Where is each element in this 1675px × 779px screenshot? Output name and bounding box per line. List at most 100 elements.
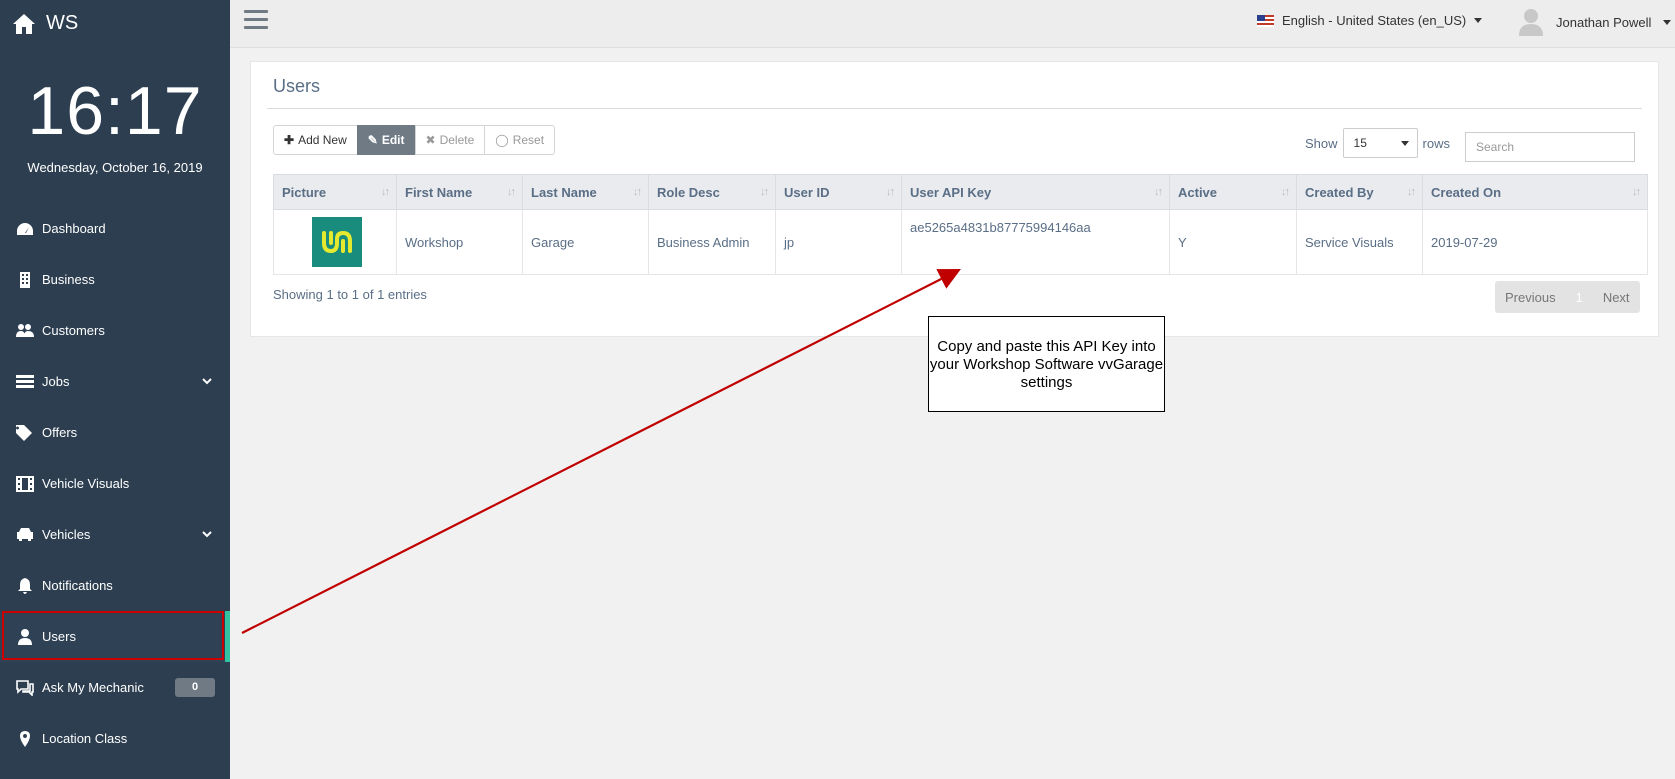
users-panel: Users ✚ Add New ✎ Edit ✖ Delete ◯ Reset … [250,61,1659,337]
sidebar-item-ask-my-mechanic[interactable]: Ask My Mechanic 0 [0,662,230,713]
rows-label: rows [1422,135,1450,151]
rows-select[interactable]: 15 [1342,128,1418,158]
column-header[interactable]: Last Name ↓↑ [522,174,649,210]
brand-name: WS [46,12,79,34]
reset-button[interactable]: ◯ Reset [484,125,556,155]
film-icon [14,475,36,493]
pagination: Previous 1 Next [1495,281,1640,313]
home-icon [13,13,35,34]
sort-icon: ↓↑ [1154,186,1163,198]
plus-icon: ✚ [284,133,295,147]
column-header[interactable]: Role Desc ↓↑ [648,174,776,210]
bell-icon [14,577,36,595]
sort-icon: ↓↑ [1632,186,1641,198]
column-header[interactable]: User API Key ↓↑ [901,174,1170,210]
user-picture [312,217,362,267]
column-header[interactable]: Active ↓↑ [1169,174,1297,210]
sidebar-item-offers[interactable]: Offers [0,407,230,458]
avatar [1519,9,1543,36]
language-label: English - United States (en_US) [1282,13,1467,28]
column-header[interactable]: Created By ↓↑ [1296,174,1423,210]
caret-down-icon [1474,18,1483,23]
toolbar: ✚ Add New ✎ Edit ✖ Delete ◯ Reset [273,125,556,155]
sort-icon: ↓↑ [507,186,516,198]
users-table: Picture ↓↑ First Name ↓↑ Last Name ↓↑ Role … [273,174,1648,275]
user-name: Jonathan Powell [1556,14,1652,30]
sort-icon: ↓↑ [1407,186,1416,198]
workshop-logo-icon [322,230,352,254]
api-key-value: ae5265a4831b87775994146aa [910,219,1091,235]
column-header[interactable]: User ID ↓↑ [775,174,902,210]
annotation-callout: Copy and paste this API Key into your Wo… [928,316,1165,412]
tags-icon [14,424,36,442]
delete-button[interactable]: ✖ Delete [414,125,486,155]
menu-icon[interactable] [244,10,268,30]
sidebar-item-label: Dashboard [42,221,106,236]
edit-button[interactable]: ✎ Edit [356,125,416,155]
sidebar-nav: Dashboard Business Customers Jobs Offers… [0,203,230,764]
sidebar-item-label: Offers [42,425,78,440]
sort-icon: ↓↑ [1281,186,1290,198]
building-icon [14,271,36,289]
table-header-row: Picture ↓↑ First Name ↓↑ Last Name ↓↑ Role … [273,174,1648,210]
caret-down-icon [1400,140,1409,146]
page-title: Users [273,76,321,96]
chevron-down-icon[interactable] [202,527,212,542]
car-icon [14,526,36,544]
topbar: English - United States (en_US) Jonathan… [230,0,1675,48]
us-flag-icon [1257,14,1274,27]
sidebar-item-business[interactable]: Business [0,254,230,305]
chevron-down-icon[interactable] [202,374,212,389]
sort-icon: ↓↑ [633,186,642,198]
page-size-control: Show 15 rows [1305,128,1450,158]
list-icon [14,373,36,391]
show-label: Show [1305,135,1338,151]
pencil-icon: ✎ [367,133,378,147]
search-input[interactable] [1465,132,1635,162]
clock: 16:17 [27,73,203,149]
role-cell: Business Admin [648,209,776,275]
next-button[interactable]: Next [1593,290,1640,305]
chat-icon [14,679,36,697]
created-by-cell: Service Visuals [1296,209,1423,275]
sidebar-item-dashboard[interactable]: Dashboard [0,203,230,254]
sidebar-item-vehicle-visuals[interactable]: Vehicle Visuals [0,458,230,509]
count-badge: 0 [175,678,215,697]
sidebar: WS 16:17 Wednesday, October 16, 2019 Das… [0,0,230,779]
user-id-cell: jp [775,209,902,275]
caret-down-icon [1663,19,1672,25]
sidebar-item-notifications[interactable]: Notifications [0,560,230,611]
brand[interactable]: WS [12,12,78,35]
sidebar-item-customers[interactable]: Customers [0,305,230,356]
sidebar-item-jobs[interactable]: Jobs [0,356,230,407]
table-row[interactable]: Workshop Garage Business Admin jp ae5265… [273,209,1648,275]
sidebar-item-vehicles[interactable]: Vehicles [0,509,230,560]
sidebar-item-label: Business [42,272,95,287]
date: Wednesday, October 16, 2019 [27,160,203,175]
last-name-cell: Garage [522,209,649,275]
sidebar-item-label: Ask My Mechanic [42,680,144,695]
sidebar-item-label: Location Class [42,731,128,746]
redaction-mask [914,234,994,265]
refresh-icon: ◯ [495,133,509,147]
dashboard-icon [14,220,36,238]
language-selector[interactable]: English - United States (en_US) [1257,13,1483,28]
users-icon [14,322,36,340]
sidebar-item-label: Jobs [42,374,70,389]
sidebar-item-label: Notifications [42,578,113,593]
api-key-cell[interactable]: ae5265a4831b87775994146aa [901,209,1170,275]
column-header[interactable]: Picture ↓↑ [273,174,397,210]
user-menu[interactable]: Jonathan Powell [1518,8,1672,36]
page-1-button[interactable]: 1 [1566,290,1593,305]
delete-label: Delete [439,133,475,147]
sidebar-item-location-class[interactable]: Location Class [0,713,230,764]
add-new-button[interactable]: ✚ Add New [273,125,358,155]
created-on-cell: 2019-07-29 [1422,209,1648,275]
previous-button[interactable]: Previous [1495,290,1566,305]
sidebar-item-label: Customers [42,323,105,338]
column-header[interactable]: First Name ↓↑ [396,174,523,210]
table-info: Showing 1 to 1 of 1 entries [273,287,427,302]
column-header[interactable]: Created On ↓↑ [1422,174,1648,210]
reset-label: Reset [512,133,545,147]
sort-icon: ↓↑ [760,186,769,198]
